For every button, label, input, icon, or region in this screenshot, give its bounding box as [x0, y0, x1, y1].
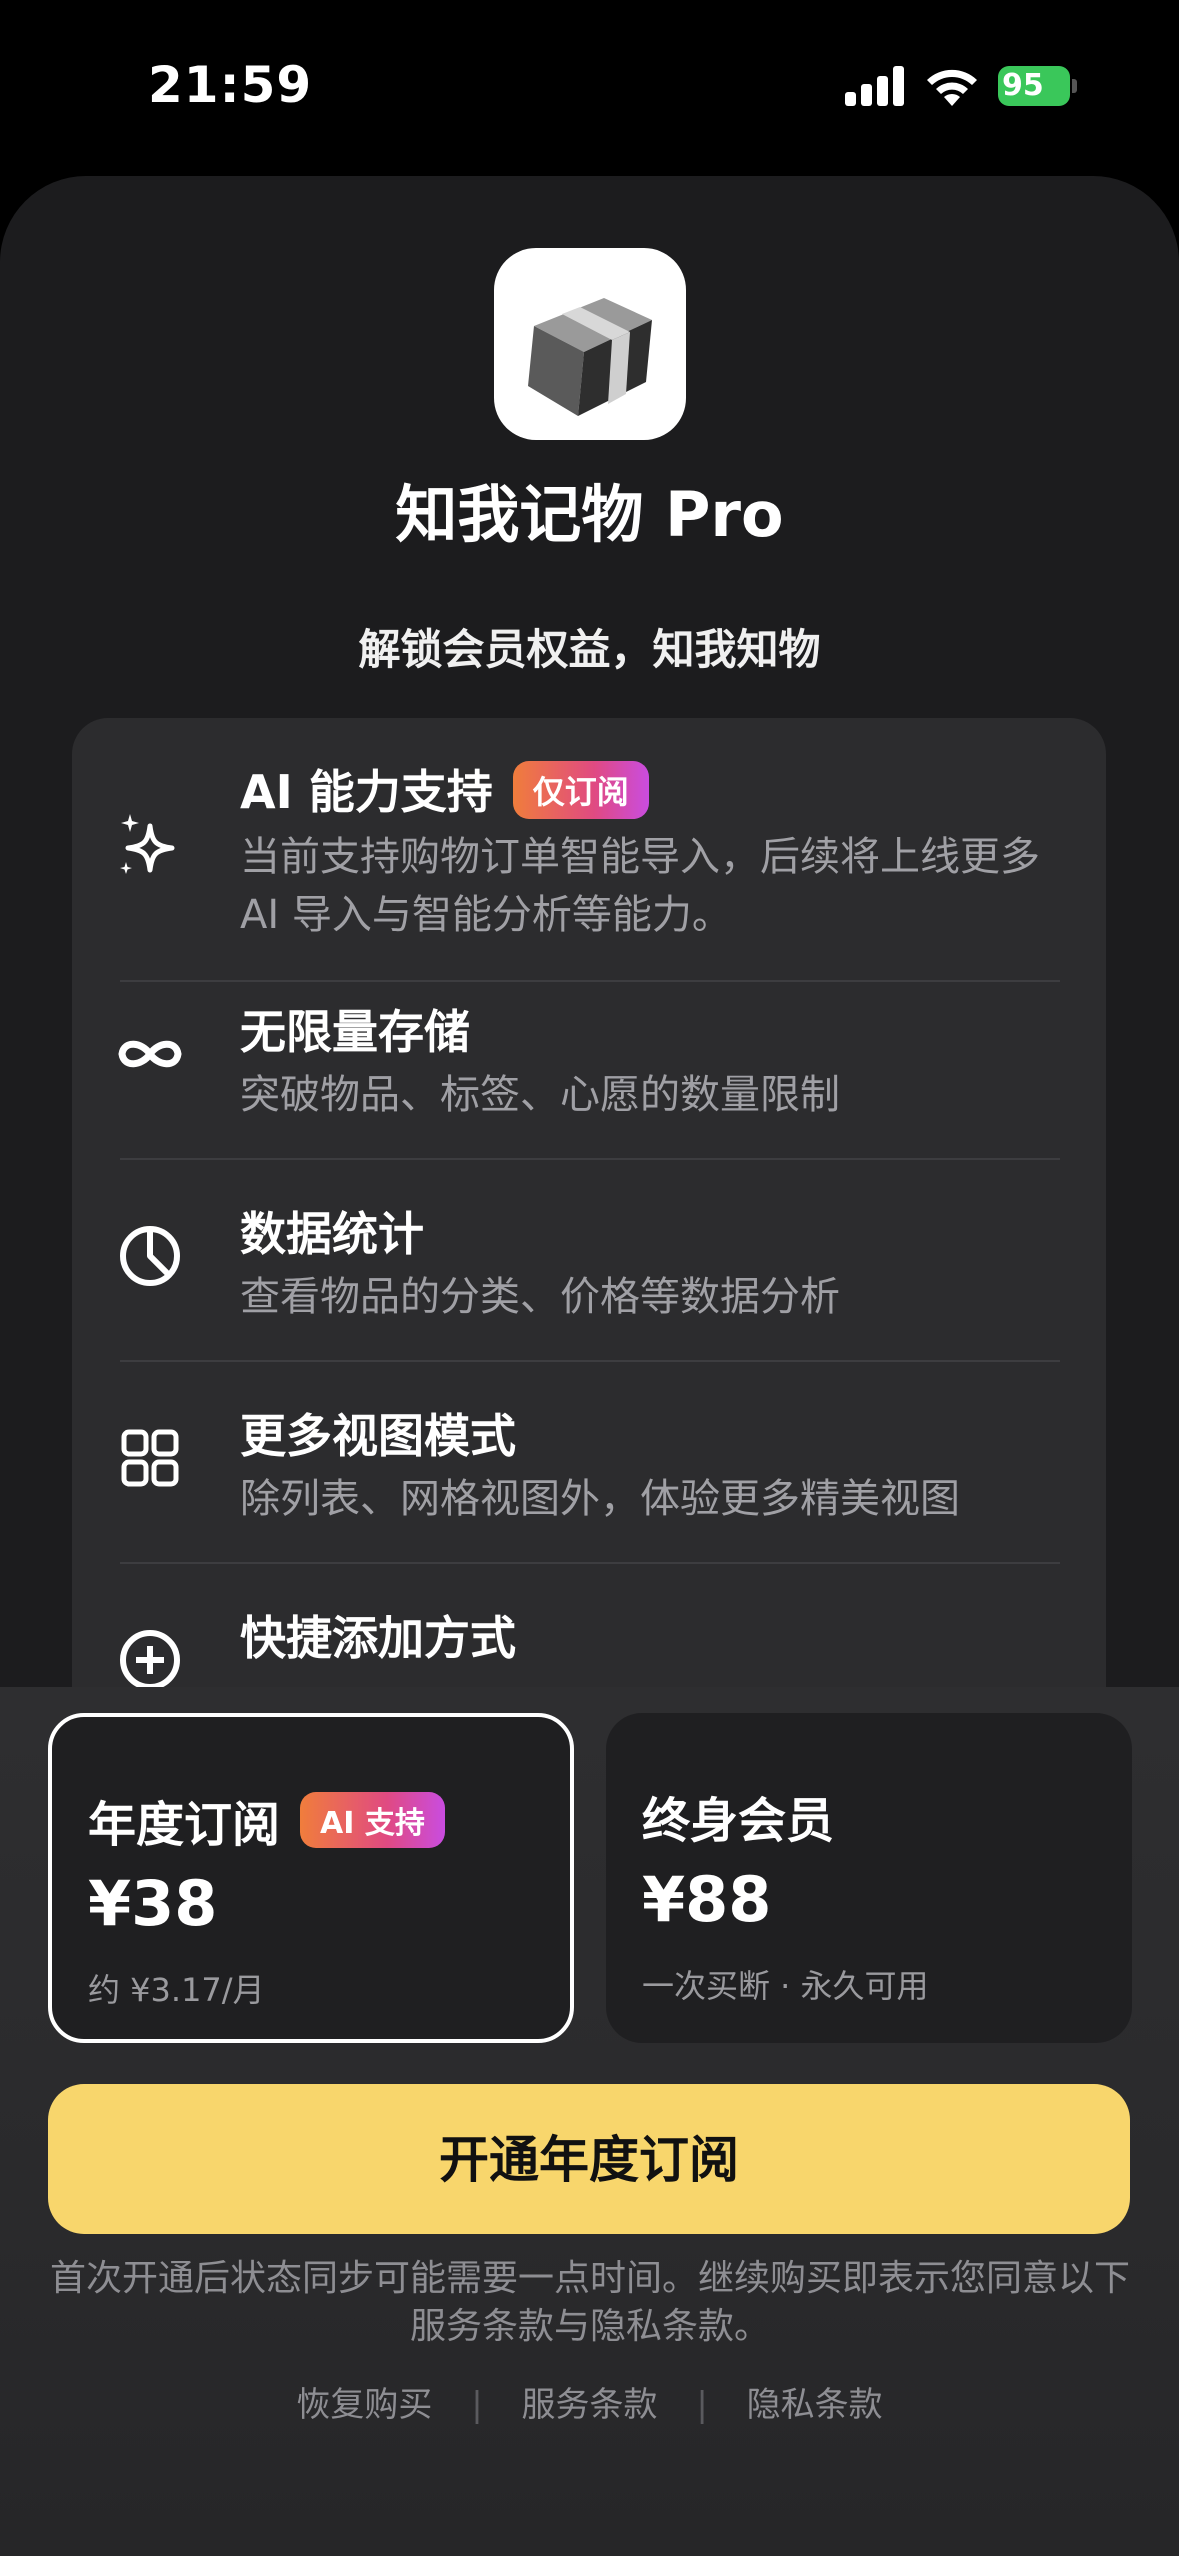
app-subtitle: 解锁会员权益，知我知物: [358, 625, 821, 674]
feature-desc: 除列表、网格视图外，体验更多精美视图: [240, 1476, 960, 1522]
ai-support-badge: AI 支持: [300, 1792, 445, 1848]
battery-level: 95: [1002, 68, 1044, 103]
link-separator: |: [696, 2385, 708, 2425]
plan-name-text: 年度订阅: [88, 1797, 281, 1853]
cellular-signal-icon: [845, 66, 905, 106]
status-bar: 21:59 95: [0, 0, 1179, 170]
feature-title: 快捷添加方式: [240, 1611, 516, 1665]
plan-price: ¥38: [88, 1867, 218, 1940]
subscribe-button[interactable]: 开通年度订阅: [48, 2084, 1130, 2234]
feature-desc: 当前支持购物订单智能导入，后续将上线更多 AI 导入与智能分析等能力。: [240, 834, 1040, 938]
feature-title: 更多视图模式: [240, 1409, 516, 1463]
feature-desc: 突破物品、标签、心愿的数量限制: [240, 1072, 840, 1118]
legal-text: 首次开通后状态同步可能需要一点时间。继续购买即表示您同意以下服务条款与隐私条款。: [49, 2258, 1130, 2347]
plus-circle-icon: [120, 1630, 180, 1690]
feature-title: 数据统计: [240, 1207, 424, 1261]
plan-note: 约 ¥3.17/月: [88, 1971, 265, 2009]
plan-note: 一次买断 · 永久可用: [642, 1967, 929, 2005]
restore-purchase-link[interactable]: 恢复购买: [296, 2385, 432, 2425]
feature-title: 无限量存储: [240, 1005, 470, 1059]
divider: [120, 1158, 1060, 1160]
app-icon: [494, 248, 686, 440]
feature-desc: 查看物品的分类、价格等数据分析: [240, 1274, 840, 1320]
cube-icon: [528, 298, 652, 416]
link-separator: |: [471, 2385, 483, 2425]
plan-name: 年度订阅 AI 支持: [88, 1785, 445, 1856]
feature-title-text: AI 能力支持: [240, 765, 493, 819]
divider: [120, 980, 1060, 982]
app-title: 知我记物 Pro: [395, 478, 784, 551]
plan-name: 终身会员: [642, 1793, 835, 1849]
sparkles-icon: [120, 814, 175, 874]
privacy-link[interactable]: 隐私条款: [747, 2385, 883, 2425]
plan-price: ¥88: [642, 1863, 772, 1936]
footer-links: 恢复购买 | 服务条款 | 隐私条款: [0, 2377, 1179, 2426]
infinity-icon: [118, 1040, 182, 1068]
terms-link[interactable]: 服务条款: [522, 2385, 658, 2425]
subscription-only-badge: 仅订阅: [512, 760, 649, 819]
divider: [120, 1360, 1060, 1362]
grid-icon: [121, 1429, 179, 1487]
plan-lifetime-card[interactable]: 终身会员 ¥88 一次买断 · 永久可用: [606, 1713, 1132, 2043]
battery-icon: 95: [998, 66, 1077, 106]
purchase-panel: 年度订阅 AI 支持 ¥38 约 ¥3.17/月 终身会员 ¥88 一次买断 · …: [0, 1687, 1179, 2556]
pie-chart-icon: [120, 1226, 180, 1286]
plan-annual-card[interactable]: 年度订阅 AI 支持 ¥38 约 ¥3.17/月: [48, 1713, 574, 2043]
status-time: 21:59: [148, 56, 313, 114]
wifi-icon: [927, 69, 977, 106]
divider: [120, 1562, 1060, 1564]
feature-list: AI 能力支持 仅订阅 当前支持购物订单智能导入，后续将上线更多 AI 导入与智能…: [72, 718, 1106, 1818]
feature-title: AI 能力支持 仅订阅: [240, 756, 649, 825]
